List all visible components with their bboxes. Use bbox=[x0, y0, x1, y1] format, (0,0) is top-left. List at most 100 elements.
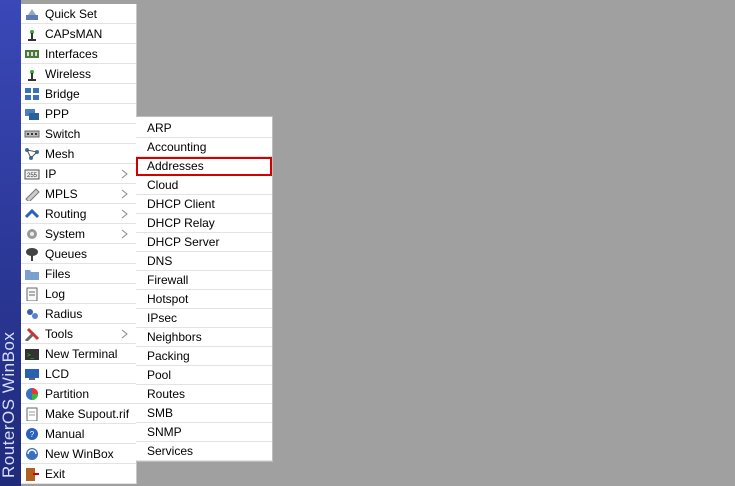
submenu-item-accounting[interactable]: Accounting bbox=[136, 138, 272, 157]
menu-item-label: Routing bbox=[45, 206, 87, 221]
exit-icon bbox=[24, 467, 40, 481]
menu-item-label: LCD bbox=[45, 366, 70, 381]
menu-item-ip[interactable]: 255 IP bbox=[21, 164, 136, 184]
ppp-icon bbox=[24, 107, 40, 121]
menu-item-label: Mesh bbox=[45, 146, 75, 161]
mesh-icon bbox=[24, 147, 40, 161]
submenu-item-packing[interactable]: Packing bbox=[136, 347, 272, 366]
menu-item-label: Partition bbox=[45, 386, 90, 401]
menu-item-make-supout-rif[interactable]: Make Supout.rif bbox=[21, 404, 136, 424]
tools-icon bbox=[24, 327, 40, 341]
menu-item-capsman[interactable]: CAPsMAN bbox=[21, 24, 136, 44]
switch-icon bbox=[24, 127, 40, 141]
bridge-icon bbox=[24, 87, 40, 101]
submenu-arrow-icon bbox=[121, 208, 128, 219]
menu-item-label: New Terminal bbox=[45, 346, 118, 361]
menu-item-exit[interactable]: Exit bbox=[21, 464, 136, 484]
menu-item-label: Radius bbox=[45, 306, 83, 321]
menu-item-label: PPP bbox=[45, 106, 70, 121]
submenu-item-routes[interactable]: Routes bbox=[136, 385, 272, 404]
menu-item-label: Make Supout.rif bbox=[45, 406, 130, 421]
submenu-item-pool[interactable]: Pool bbox=[136, 366, 272, 385]
supout-icon bbox=[24, 407, 40, 421]
ip-submenu: ARP Accounting Addresses Cloud DHCP Client DH… bbox=[136, 116, 273, 462]
menu-item-log[interactable]: Log bbox=[21, 284, 136, 304]
interfaces-icon bbox=[24, 47, 40, 61]
menu-item-files[interactable]: Files bbox=[21, 264, 136, 284]
svg-text:255: 255 bbox=[27, 173, 38, 179]
menu-item-bridge[interactable]: Bridge bbox=[21, 84, 136, 104]
submenu-item-neighbors[interactable]: Neighbors bbox=[136, 328, 272, 347]
submenu-item-addresses[interactable]: Addresses bbox=[136, 157, 272, 176]
submenu-item-ipsec[interactable]: IPsec bbox=[136, 309, 272, 328]
menu-item-system[interactable]: System bbox=[21, 224, 136, 244]
files-icon bbox=[24, 267, 40, 281]
menu-item-label: MPLS bbox=[45, 186, 78, 201]
brand-label: RouterOS WinBox bbox=[0, 331, 18, 478]
menu-item-partition[interactable]: Partition bbox=[21, 384, 136, 404]
submenu-item-firewall[interactable]: Firewall bbox=[136, 271, 272, 290]
system-icon bbox=[24, 227, 40, 241]
menu-item-mesh[interactable]: Mesh bbox=[21, 144, 136, 164]
svg-text:>_: >_ bbox=[27, 353, 35, 359]
menu-item-label: Manual bbox=[45, 426, 85, 441]
submenu-item-dhcp-relay[interactable]: DHCP Relay bbox=[136, 214, 272, 233]
menu-item-label: Files bbox=[45, 266, 71, 281]
menu-item-wireless[interactable]: Wireless bbox=[21, 64, 136, 84]
brand-sidebar: RouterOS WinBox bbox=[0, 0, 21, 486]
submenu-item-dns[interactable]: DNS bbox=[136, 252, 272, 271]
menu-item-label: Switch bbox=[45, 126, 81, 141]
lcd-icon bbox=[24, 367, 40, 381]
menu-item-interfaces[interactable]: Interfaces bbox=[21, 44, 136, 64]
submenu-item-cloud[interactable]: Cloud bbox=[136, 176, 272, 195]
menu-item-label: Quick Set bbox=[45, 6, 98, 21]
submenu-arrow-icon bbox=[121, 188, 128, 199]
submenu-item-services[interactable]: Services bbox=[136, 442, 272, 461]
submenu-item-dhcp-server[interactable]: DHCP Server bbox=[136, 233, 272, 252]
queues-icon bbox=[24, 247, 40, 261]
menu-item-lcd[interactable]: LCD bbox=[21, 364, 136, 384]
menu-item-quick-set[interactable]: Quick Set bbox=[21, 4, 136, 24]
submenu-item-smb[interactable]: SMB bbox=[136, 404, 272, 423]
menu-item-label: Wireless bbox=[45, 66, 92, 81]
menu-item-label: Tools bbox=[45, 326, 74, 341]
submenu-arrow-icon bbox=[121, 168, 128, 179]
menu-item-switch[interactable]: Switch bbox=[21, 124, 136, 144]
menu-item-label: System bbox=[45, 226, 86, 241]
radius-icon bbox=[24, 307, 40, 321]
wireless-icon bbox=[24, 67, 40, 81]
ip-icon: 255 bbox=[24, 167, 40, 181]
menu-item-label: New WinBox bbox=[45, 446, 114, 461]
submenu-arrow-icon bbox=[121, 228, 128, 239]
menu-item-label: CAPsMAN bbox=[45, 26, 103, 41]
winbox-icon bbox=[24, 447, 40, 461]
menu-item-label: IP bbox=[45, 166, 57, 181]
menu-item-label: Interfaces bbox=[45, 46, 98, 61]
svg-text:?: ? bbox=[30, 430, 35, 439]
submenu-item-snmp[interactable]: SNMP bbox=[136, 423, 272, 442]
menu-item-new-terminal[interactable]: >_ New Terminal bbox=[21, 344, 136, 364]
menu-item-mpls[interactable]: MPLS bbox=[21, 184, 136, 204]
routing-icon bbox=[24, 207, 40, 221]
menu-item-radius[interactable]: Radius bbox=[21, 304, 136, 324]
menu-item-label: Queues bbox=[45, 246, 88, 261]
menu-item-tools[interactable]: Tools bbox=[21, 324, 136, 344]
menu-item-label: Exit bbox=[45, 466, 66, 481]
terminal-icon: >_ bbox=[24, 347, 40, 361]
menu-item-queues[interactable]: Queues bbox=[21, 244, 136, 264]
menu-item-ppp[interactable]: PPP bbox=[21, 104, 136, 124]
menu-item-routing[interactable]: Routing bbox=[21, 204, 136, 224]
submenu-item-dhcp-client[interactable]: DHCP Client bbox=[136, 195, 272, 214]
quick-set-icon bbox=[24, 7, 40, 21]
partition-icon bbox=[24, 387, 40, 401]
submenu-item-arp[interactable]: ARP bbox=[136, 119, 272, 138]
capsman-icon bbox=[24, 27, 40, 41]
menu-item-new-winbox[interactable]: New WinBox bbox=[21, 444, 136, 464]
submenu-item-hotspot[interactable]: Hotspot bbox=[136, 290, 272, 309]
log-icon bbox=[24, 287, 40, 301]
manual-icon: ? bbox=[24, 427, 40, 441]
submenu-arrow-icon bbox=[121, 328, 128, 339]
menu-item-label: Bridge bbox=[45, 86, 80, 101]
menu-item-manual[interactable]: ? Manual bbox=[21, 424, 136, 444]
mpls-icon bbox=[24, 187, 40, 201]
